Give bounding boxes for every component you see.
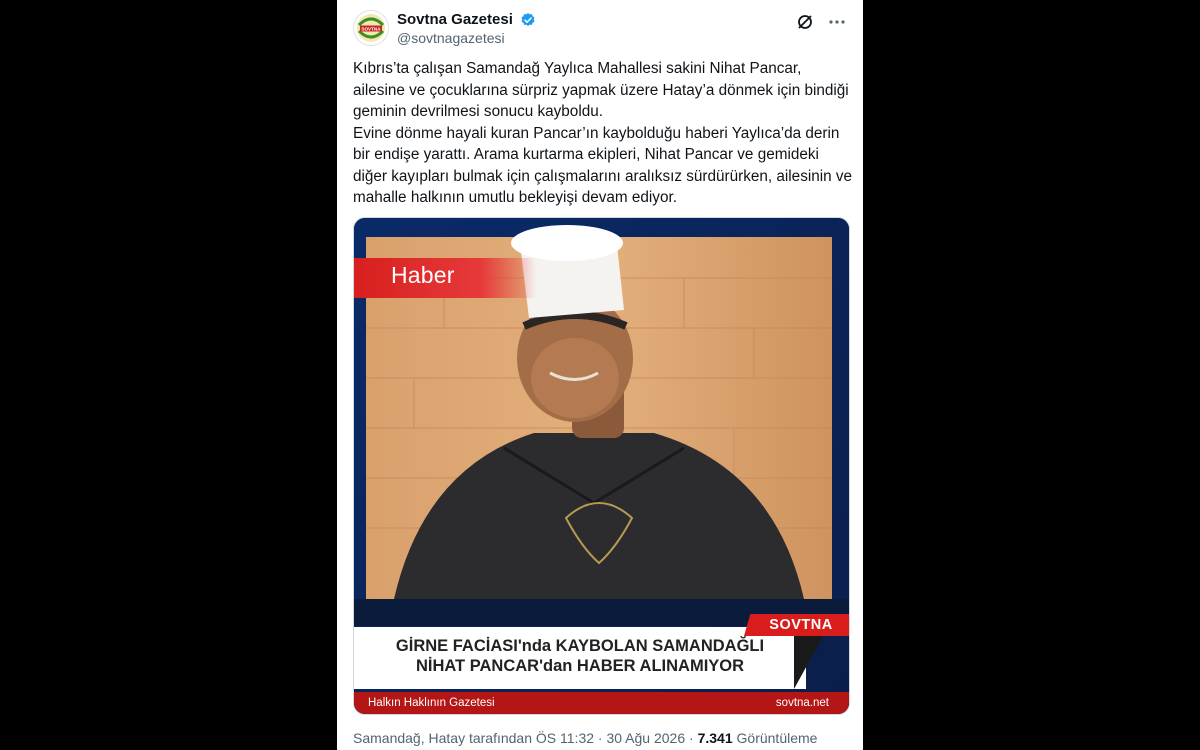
tweet-card: SOVTNA Sovtna Gazetesi @sovtnagazetesi K… (337, 0, 863, 750)
more-options-icon[interactable] (827, 12, 847, 32)
tweet-paragraph-2: Evine dönme hayali kuran Pancar’ın kaybo… (353, 124, 853, 207)
grok-icon[interactable] (795, 12, 815, 32)
tweet-meta: Samandağ, Hatay tarafından ÖS 11:32 · 30… (353, 730, 817, 746)
tweet-header: SOVTNA Sovtna Gazetesi @sovtnagazetesi (353, 10, 847, 50)
views-label: Görüntüleme (736, 730, 818, 746)
tweet-time[interactable]: ÖS 11:32 (536, 730, 594, 746)
headline-line-1: GİRNE FACİASI'nda KAYBOLAN SAMANDAĞLI (395, 637, 765, 655)
avatar-logo-text: SOVTNA (361, 26, 381, 31)
footer-website: sovtna.net (775, 697, 829, 709)
tweet-image[interactable]: Haber SOVTNA GİRNE FACİASI'nda KAYBOLAN … (353, 217, 850, 715)
tweet-date[interactable]: 30 Ağu 2026 (606, 730, 685, 746)
news-tag: Haber (391, 262, 455, 288)
meta-separator: · (597, 730, 603, 746)
user-handle[interactable]: @sovtnagazetesi (397, 29, 536, 48)
meta-separator: · (689, 730, 694, 746)
tweet-location[interactable]: Samandağ, Hatay tarafından (353, 730, 532, 746)
author-block: Sovtna Gazetesi @sovtnagazetesi (397, 10, 536, 48)
tweet-paragraph-1: Kıbrıs’ta çalışan Samandağ Yaylıca Mahal… (353, 60, 849, 120)
display-name[interactable]: Sovtna Gazetesi (397, 10, 513, 29)
tweet-text: Kıbrıs’ta çalışan Samandağ Yaylıca Mahal… (353, 58, 853, 209)
brand-badge: SOVTNA (744, 614, 849, 636)
verified-badge-icon (520, 12, 536, 28)
footer-slogan: Halkın Haklının Gazetesi (368, 697, 495, 709)
image-headline: GİRNE FACİASI'nda KAYBOLAN SAMANDAĞLI Nİ… (354, 636, 806, 676)
headline-line-2: NİHAT PANCAR'dan HABER ALINAMIYOR (415, 657, 745, 675)
avatar[interactable]: SOVTNA (353, 10, 389, 46)
view-count: 7.341 (697, 730, 733, 746)
header-actions (787, 12, 847, 32)
